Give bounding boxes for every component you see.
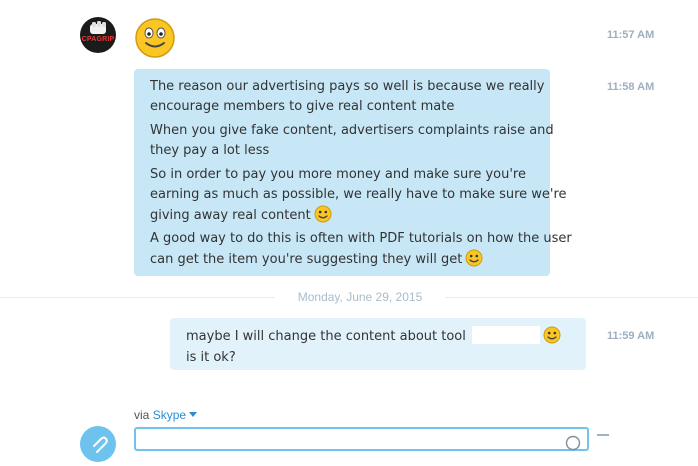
attach-button[interactable] bbox=[80, 426, 116, 462]
date-divider-line bbox=[445, 297, 698, 298]
emoticon-picker-icon[interactable] bbox=[565, 435, 581, 451]
message-line: When you give fake content, advertisers … bbox=[150, 123, 554, 138]
redacted-area bbox=[471, 326, 540, 344]
message-line-with-emoticon: giving away real content bbox=[150, 205, 332, 230]
smile-icon bbox=[314, 205, 332, 230]
message-timestamp: 11:58 AM bbox=[607, 81, 655, 93]
message-timestamp: 11:59 AM bbox=[607, 330, 655, 342]
more-options-icon[interactable] bbox=[597, 434, 609, 436]
message-line-with-emoticon: maybe I will change the content about to… bbox=[186, 326, 561, 351]
avatar-logo-text: CPAGRIP bbox=[81, 36, 115, 43]
message-text: maybe I will change the content about to… bbox=[186, 329, 466, 344]
message-text: can get the item you're suggesting they … bbox=[150, 252, 463, 267]
date-divider-line bbox=[0, 297, 275, 298]
message-line: encourage members to give real content m… bbox=[150, 99, 455, 114]
fist-icon bbox=[90, 21, 106, 34]
message-line-with-emoticon: can get the item you're suggesting they … bbox=[150, 249, 483, 274]
message-line: A good way to do this is often with PDF … bbox=[150, 231, 572, 246]
smile-icon bbox=[465, 249, 483, 274]
message-line: they pay a lot less bbox=[150, 143, 270, 158]
via-label: via bbox=[134, 408, 150, 422]
outgoing-message-bubble: maybe I will change the content about to… bbox=[170, 318, 586, 370]
message-input[interactable] bbox=[134, 427, 589, 451]
contact-avatar[interactable]: CPAGRIP bbox=[80, 17, 116, 53]
paperclip-icon bbox=[93, 436, 108, 453]
chevron-down-icon[interactable] bbox=[189, 412, 198, 417]
smile-icon bbox=[543, 326, 561, 351]
date-separator: Monday, June 29, 2015 bbox=[278, 290, 442, 304]
via-service-link[interactable]: Skype bbox=[153, 408, 186, 422]
message-line: So in order to pay you more money and ma… bbox=[150, 167, 526, 182]
message-line: earning as much as possible, we really h… bbox=[150, 187, 567, 202]
message-timestamp: 11:57 AM bbox=[607, 29, 655, 41]
message-line: The reason our advertising pays so well … bbox=[150, 79, 545, 94]
message-line: is it ok? bbox=[186, 350, 236, 365]
incoming-message-bubble: The reason our advertising pays so well … bbox=[134, 69, 572, 276]
smile-emoticon-large bbox=[134, 17, 176, 63]
smile-icon bbox=[135, 18, 175, 58]
via-service-selector[interactable]: via Skype bbox=[134, 408, 198, 422]
message-text: giving away real content bbox=[150, 208, 311, 223]
